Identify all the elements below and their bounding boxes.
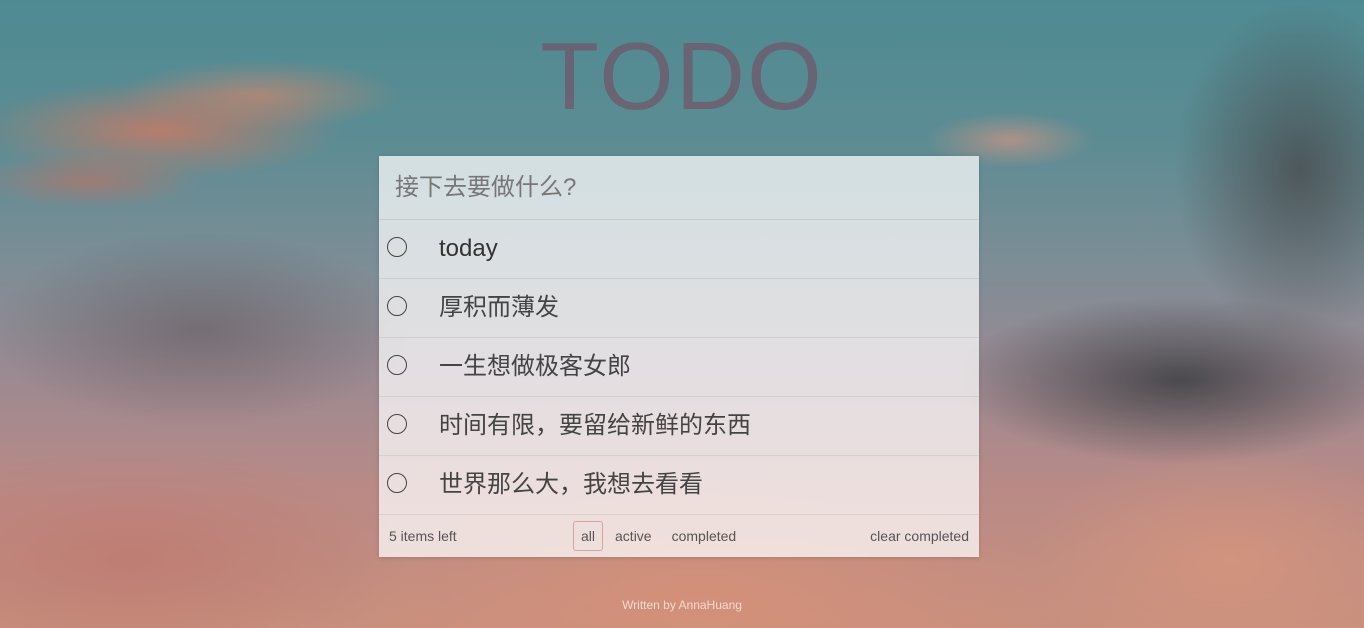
todo-item-label[interactable]: 时间有限，要留给新鲜的东西 [439, 412, 751, 440]
author-credit: Written by AnnaHuang [622, 598, 742, 612]
app-title: TODO [540, 23, 824, 130]
filter-completed-button[interactable]: completed [664, 521, 745, 551]
todo-item[interactable]: today [379, 220, 979, 279]
items-left-count: 5 items left [389, 528, 457, 544]
todo-item[interactable]: 厚积而薄发 [379, 279, 979, 338]
todo-item-label[interactable]: 一生想做极客女郎 [439, 353, 631, 381]
new-todo-input[interactable] [379, 156, 979, 220]
todo-toggle-checkbox[interactable] [387, 296, 407, 316]
todo-item-label[interactable]: 世界那么大，我想去看看 [439, 471, 703, 499]
filter-all-button[interactable]: all [573, 521, 604, 551]
todo-item[interactable]: 一生想做极客女郎 [379, 338, 979, 397]
todo-list: today 厚积而薄发 一生想做极客女郎 时间有限，要留给新鲜的东西 世界那么大… [379, 220, 979, 515]
filter-active-button[interactable]: active [607, 521, 660, 551]
clear-completed-button[interactable]: clear completed [870, 528, 969, 544]
todo-panel: today 厚积而薄发 一生想做极客女郎 时间有限，要留给新鲜的东西 世界那么大… [379, 156, 979, 557]
todo-footer: 5 items left all active completed clear … [379, 515, 979, 557]
todo-toggle-checkbox[interactable] [387, 473, 407, 493]
todo-toggle-checkbox[interactable] [387, 355, 407, 375]
todo-toggle-checkbox[interactable] [387, 237, 407, 257]
todo-toggle-checkbox[interactable] [387, 414, 407, 434]
todo-item[interactable]: 世界那么大，我想去看看 [379, 456, 979, 515]
todo-item[interactable]: 时间有限，要留给新鲜的东西 [379, 397, 979, 456]
filter-group: all active completed [573, 521, 748, 551]
todo-item-label[interactable]: 厚积而薄发 [439, 294, 559, 322]
todo-item-label[interactable]: today [439, 235, 498, 263]
